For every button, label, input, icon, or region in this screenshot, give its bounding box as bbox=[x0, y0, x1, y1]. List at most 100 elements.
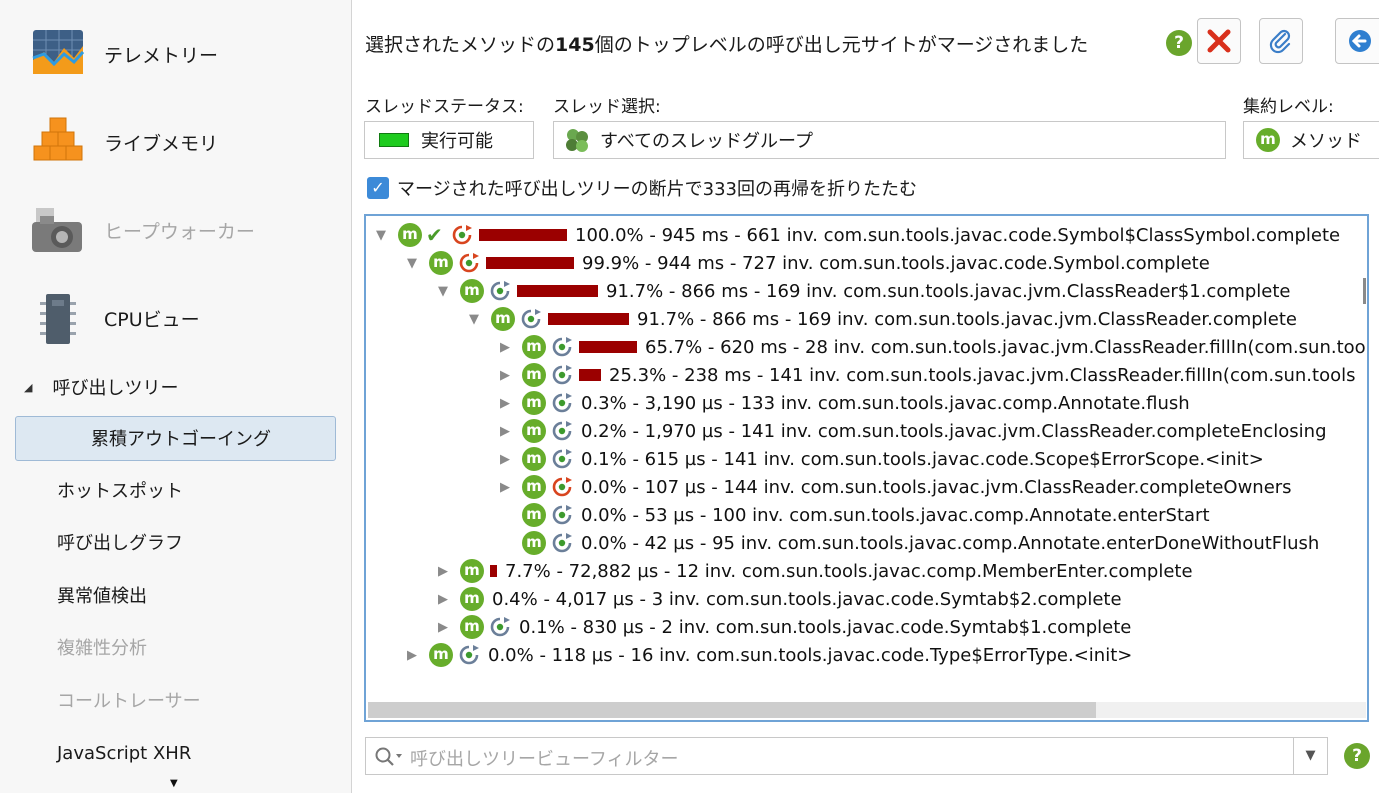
cpu-views-icon bbox=[40, 294, 76, 344]
filter-help-icon[interactable]: ? bbox=[1344, 743, 1370, 769]
recursion-icon bbox=[552, 449, 572, 469]
sidebar-item-complexity-analysis[interactable]: 複雑性分析 bbox=[57, 634, 147, 664]
sidebar-item-label: テレメトリー bbox=[104, 44, 219, 67]
tree-row[interactable]: ▶ m 0.4% - 4,017 µs - 3 inv. com.sun.tools… bbox=[432, 585, 1122, 613]
collapsed-triangle-icon[interactable]: ▶ bbox=[494, 340, 516, 355]
collapse-triangle-icon[interactable]: ◢ bbox=[24, 381, 32, 394]
section-call-tree[interactable]: ◢ 呼び出しツリー bbox=[24, 372, 178, 402]
expanded-triangle-icon[interactable]: ▼ bbox=[463, 312, 485, 327]
method-icon: m bbox=[460, 615, 484, 639]
filter-placeholder: 呼び出しツリービューフィルター bbox=[410, 749, 679, 770]
sidebar-item-live-memory[interactable]: ライブメモリ bbox=[0, 102, 350, 182]
tree-row[interactable]: ▼ m 99.9% - 944 ms - 727 inv. com.sun.tool… bbox=[401, 249, 1210, 277]
tree-row-label: 0.3% - 3,190 µs - 133 inv. com.sun.tools… bbox=[581, 392, 1190, 414]
collapsed-triangle-icon[interactable]: ▶ bbox=[432, 620, 454, 635]
section-label: 呼び出しツリー bbox=[52, 378, 179, 399]
collapsed-triangle-icon[interactable]: ▶ bbox=[494, 368, 516, 383]
tree-row[interactable]: ▶ m 0.0% - 118 µs - 16 inv. com.sun.tools.… bbox=[401, 641, 1132, 669]
tree-row[interactable]: m 0.0% - 42 µs - 95 inv. com.sun.tools.ja… bbox=[494, 529, 1319, 557]
tree-row-label: 0.0% - 42 µs - 95 inv. com.sun.tools.jav… bbox=[581, 532, 1320, 554]
thread-select-combo[interactable]: すべてのスレッドグループ bbox=[553, 121, 1226, 159]
vertical-scrollbar[interactable] bbox=[1363, 278, 1366, 304]
method-icon: m bbox=[522, 503, 546, 527]
method-icon: m bbox=[398, 223, 422, 247]
search-icon bbox=[375, 747, 402, 766]
recursion-icon bbox=[552, 505, 572, 525]
clear-merge-button[interactable] bbox=[1197, 18, 1241, 64]
time-percentage-bar bbox=[479, 229, 567, 241]
back-arrow-icon bbox=[1349, 30, 1371, 52]
horizontal-scrollbar-thumb[interactable] bbox=[368, 702, 1096, 718]
help-icon[interactable]: ? bbox=[1166, 30, 1192, 56]
sidebar-item-call-graph[interactable]: 呼び出しグラフ bbox=[57, 529, 183, 559]
sidebar-item-outlier-detection[interactable]: 異常値検出 bbox=[57, 582, 147, 612]
collapsed-triangle-icon[interactable]: ▶ bbox=[494, 480, 516, 495]
collapsed-triangle-icon[interactable]: ▶ bbox=[432, 564, 454, 579]
sidebar-item-heap-walker[interactable]: ヒープウォーカー bbox=[0, 190, 350, 270]
collapsed-triangle-icon[interactable]: ▶ bbox=[432, 592, 454, 607]
recursion-icon bbox=[459, 645, 479, 665]
recursion-icon bbox=[552, 337, 572, 357]
tree-row-label: 7.7% - 72,882 µs - 12 inv. com.sun.tools… bbox=[505, 560, 1193, 582]
collapsed-triangle-icon[interactable]: ▶ bbox=[401, 648, 423, 663]
tree-row[interactable]: ▼ m 91.7% - 866 ms - 169 inv. com.sun.tool… bbox=[463, 305, 1297, 333]
tree-row-label: 0.1% - 830 µs - 2 inv. com.sun.tools.jav… bbox=[519, 616, 1132, 638]
method-icon: m bbox=[522, 419, 546, 443]
sidebar-item-javascript-xhr[interactable]: JavaScript XHR bbox=[57, 739, 191, 769]
method-icon: m bbox=[522, 363, 546, 387]
back-button[interactable] bbox=[1335, 18, 1379, 64]
tree-row[interactable]: ▶ m 0.1% - 830 µs - 2 inv. com.sun.tools.j… bbox=[432, 613, 1131, 641]
message-prefix: 選択されたメソッドの bbox=[365, 34, 556, 56]
tree-row-label: 0.4% - 4,017 µs - 3 inv. com.sun.tools.j… bbox=[492, 588, 1122, 610]
tree-row[interactable]: ▶ m 0.1% - 615 µs - 141 inv. com.sun.tools… bbox=[494, 445, 1264, 473]
live-memory-icon bbox=[33, 117, 83, 161]
header-message: 選択されたメソッドの145個のトップレベルの呼び出し元サイトがマージされました bbox=[365, 30, 1088, 57]
tree-row[interactable]: ▼ m ✔ 100.0% - 945 ms - 661 inv. com.sun.to… bbox=[370, 221, 1340, 249]
call-tree-filter[interactable]: 呼び出しツリービューフィルター ▼ bbox=[365, 737, 1328, 775]
tree-row[interactable]: ▶ m 65.7% - 620 ms - 28 inv. com.sun.tools… bbox=[494, 333, 1367, 361]
sidebar-item-label: ライブメモリ bbox=[104, 132, 219, 155]
collapse-recursion-checkbox[interactable]: ✓ マージされた呼び出しツリーの断片で333回の再帰を折りたたむ bbox=[367, 175, 917, 201]
sidebar-item-cumulative-outgoing[interactable]: 累積アウトゴーイング bbox=[15, 416, 336, 461]
tree-row[interactable]: ▶ m 0.2% - 1,970 µs - 141 inv. com.sun.too… bbox=[494, 417, 1327, 445]
tree-row[interactable]: ▶ m 0.3% - 3,190 µs - 133 inv. com.sun.too… bbox=[494, 389, 1190, 417]
sidebar-item-telemetry[interactable]: テレメトリー bbox=[0, 14, 350, 94]
time-percentage-bar bbox=[579, 369, 601, 381]
checkbox-checked-icon[interactable]: ✓ bbox=[367, 177, 389, 199]
tree-row[interactable]: ▶ m 25.3% - 238 ms - 141 inv. com.sun.tool… bbox=[494, 361, 1356, 389]
sidebar-item-call-tracer[interactable]: コールトレーサー bbox=[57, 687, 201, 717]
thread-status-label: スレッドステータス: bbox=[365, 97, 524, 117]
sidebar-item-label: CPUビュー bbox=[104, 308, 200, 331]
time-percentage-bar bbox=[517, 285, 598, 297]
aggregation-label: 集約レベル: bbox=[1243, 97, 1334, 117]
collapsed-triangle-icon[interactable]: ▶ bbox=[494, 396, 516, 411]
sidebar-item-label: 累積アウトゴーイング bbox=[91, 429, 271, 450]
aggregation-level-select[interactable]: m メソッド bbox=[1243, 121, 1379, 159]
expanded-triangle-icon[interactable]: ▼ bbox=[432, 284, 454, 299]
expanded-triangle-icon[interactable]: ▼ bbox=[370, 228, 392, 243]
sidebar-item-cpu-views[interactable]: CPUビュー bbox=[0, 278, 350, 358]
scroll-down-arrow-icon[interactable]: ▼ bbox=[170, 778, 178, 789]
time-percentage-bar bbox=[579, 341, 637, 353]
message-count: 145 bbox=[555, 34, 595, 56]
paperclip-icon bbox=[1269, 29, 1291, 54]
thread-group-icon bbox=[566, 129, 588, 152]
tree-row[interactable]: ▼ m 91.7% - 866 ms - 169 inv. com.sun.tool… bbox=[432, 277, 1291, 305]
expanded-triangle-icon[interactable]: ▼ bbox=[401, 256, 423, 271]
method-icon: m bbox=[460, 279, 484, 303]
tree-row[interactable]: ▶ m 0.0% - 107 µs - 144 inv. com.sun.tools… bbox=[494, 473, 1292, 501]
tree-row[interactable]: ▶ m 7.7% - 72,882 µs - 12 inv. com.sun.too… bbox=[432, 557, 1193, 585]
recursion-icon bbox=[490, 617, 510, 637]
recursion-icon bbox=[552, 393, 572, 413]
filter-dropdown-button[interactable]: ▼ bbox=[1293, 738, 1327, 774]
method-icon: m bbox=[522, 447, 546, 471]
tree-row[interactable]: m 0.0% - 53 µs - 100 inv. com.sun.tools.j… bbox=[494, 501, 1210, 529]
thread-select-value: すべてのスレッドグループ bbox=[600, 131, 813, 152]
method-icon: m bbox=[429, 251, 453, 275]
call-tree-view[interactable]: ▼ m ✔ 100.0% - 945 ms - 661 inv. com.sun.to… bbox=[364, 214, 1369, 722]
attach-button[interactable] bbox=[1259, 18, 1303, 64]
collapsed-triangle-icon[interactable]: ▶ bbox=[494, 424, 516, 439]
thread-status-select[interactable]: 実行可能 bbox=[364, 121, 534, 159]
collapsed-triangle-icon[interactable]: ▶ bbox=[494, 452, 516, 467]
sidebar-item-hot-spots[interactable]: ホットスポット bbox=[57, 477, 183, 507]
